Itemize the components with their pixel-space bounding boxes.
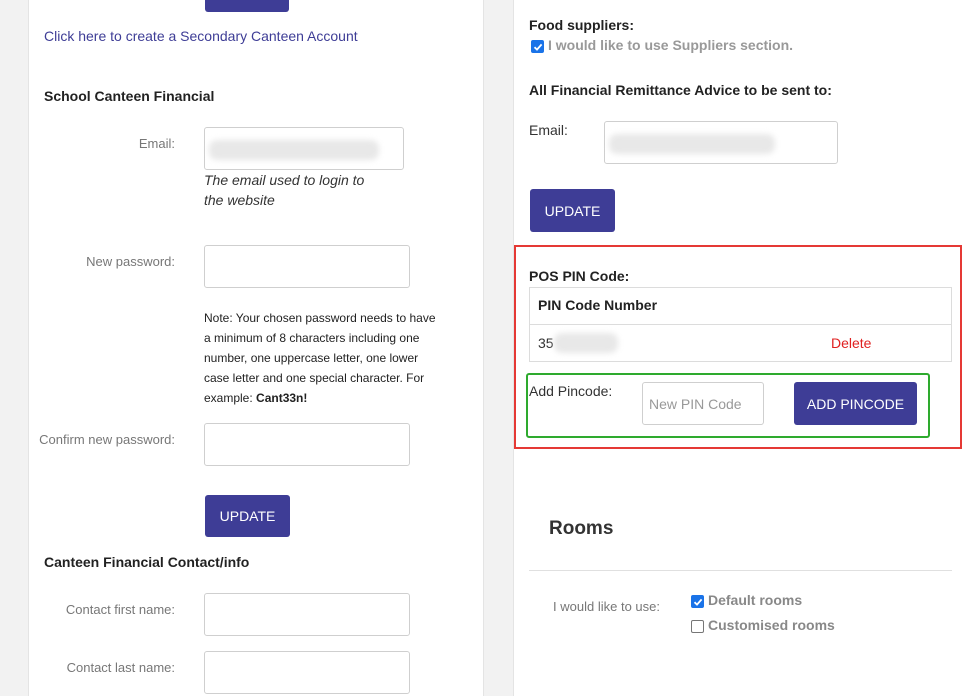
password-note: Note: Your chosen password needs to have…	[204, 308, 444, 408]
rooms-divider	[529, 570, 952, 571]
customised-rooms-checkbox[interactable]	[691, 620, 704, 633]
add-pincode-label: Add Pincode:	[529, 383, 613, 399]
redacted-email	[209, 140, 379, 160]
email-field[interactable]	[204, 127, 404, 170]
suppliers-checkbox-label: I would like to use Suppliers section.	[548, 37, 794, 53]
default-rooms-label: Default rooms	[708, 592, 803, 608]
financial-heading: School Canteen Financial	[44, 88, 215, 104]
pos-pin-heading: POS PIN Code:	[529, 268, 630, 284]
remittance-email-label: Email:	[529, 122, 568, 138]
confirm-password-field[interactable]	[204, 423, 410, 466]
confirm-password-label: Confirm new password:	[39, 432, 175, 447]
remittance-email-field[interactable]	[604, 121, 838, 164]
top-update-button[interactable]	[205, 0, 289, 12]
redacted-remittance-email	[609, 134, 775, 154]
delete-pin-link[interactable]: Delete	[831, 335, 871, 351]
add-pincode-button[interactable]: ADD PINCODE	[794, 382, 917, 425]
check-icon	[533, 43, 542, 51]
contact-last-name-field[interactable]	[204, 651, 410, 694]
remittance-update-button[interactable]: UPDATE	[530, 189, 615, 232]
email-hint: The email used to login to the website	[204, 172, 365, 208]
rooms-use-label: I would like to use:	[553, 599, 660, 614]
update-password-button[interactable]: UPDATE	[205, 495, 290, 537]
remittance-heading: All Financial Remittance Advice to be se…	[529, 82, 832, 98]
password-note-text: Note: Your chosen password needs to have…	[204, 311, 436, 405]
customised-rooms-label: Customised rooms	[708, 617, 835, 633]
contact-heading: Canteen Financial Contact/info	[44, 554, 250, 570]
redacted-pin	[554, 333, 618, 353]
default-rooms-checkbox[interactable]	[691, 595, 704, 608]
create-secondary-account-link[interactable]: Click here to create a Secondary Canteen…	[44, 28, 358, 44]
new-pin-code-input[interactable]	[642, 382, 764, 425]
new-password-field[interactable]	[204, 245, 410, 288]
pin-table-header: PIN Code Number	[538, 297, 658, 313]
check-icon	[693, 598, 702, 606]
pin-code-value: 35	[538, 335, 554, 351]
new-password-label: New password:	[86, 254, 175, 269]
left-settings-panel: Click here to create a Secondary Canteen…	[28, 0, 484, 696]
email-label: Email:	[138, 136, 175, 151]
contact-first-name-label: Contact first name:	[65, 602, 175, 617]
table-row: 35 Delete	[530, 325, 951, 361]
contact-last-name-label: Contact last name:	[66, 660, 175, 675]
right-settings-panel: Food suppliers: I would like to use Supp…	[513, 0, 975, 696]
suppliers-checkbox[interactable]	[531, 40, 544, 53]
food-suppliers-heading: Food suppliers:	[529, 17, 634, 33]
contact-first-name-field[interactable]	[204, 593, 410, 636]
password-example: Cant33n!	[256, 391, 308, 405]
rooms-heading: Rooms	[549, 518, 614, 539]
pin-code-table: PIN Code Number 35 Delete	[529, 287, 952, 362]
